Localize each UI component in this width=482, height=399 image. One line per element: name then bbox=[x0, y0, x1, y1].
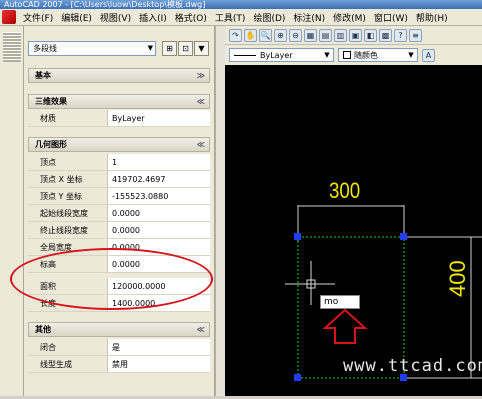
section-3d-label: 三维效果 bbox=[35, 97, 67, 106]
menu-modify[interactable]: 修改(M) bbox=[329, 11, 370, 24]
highlight-ellipse bbox=[10, 248, 213, 310]
red-arrow-icon bbox=[322, 308, 368, 344]
property-row-closed[interactable]: 闭合 是 bbox=[28, 339, 210, 356]
property-row-vertex[interactable]: 顶点 1 bbox=[28, 154, 210, 171]
section-misc[interactable]: 其他 ≪ bbox=[28, 322, 210, 337]
color-swatch-icon bbox=[343, 51, 351, 59]
properties-icon[interactable]: ▦ bbox=[304, 28, 317, 42]
object-type-value: 多段线 bbox=[33, 44, 57, 53]
chevron-down-icon: ▼ bbox=[408, 51, 414, 59]
menu-tools[interactable]: 工具(T) bbox=[211, 11, 250, 24]
redo-icon[interactable]: ↷ bbox=[229, 28, 242, 42]
pan-icon[interactable]: ✋ bbox=[244, 28, 257, 42]
property-row-linetype-gen[interactable]: 线型生成 禁用 bbox=[28, 356, 210, 373]
property-row-vertex-x[interactable]: 顶点 X 坐标 419702.4697 bbox=[28, 171, 210, 188]
linetype-value: ByLayer bbox=[260, 50, 293, 60]
property-row-start-width[interactable]: 起始线段宽度 0.0000 bbox=[28, 205, 210, 222]
help-icon[interactable]: ? bbox=[394, 28, 407, 42]
property-label: 终止线段宽度 bbox=[28, 222, 108, 238]
property-label: 起始线段宽度 bbox=[28, 205, 108, 221]
window-title: AutoCAD 2007 - [C:\Users\luow\Desktop\模板… bbox=[0, 0, 482, 9]
chevron-down-icon: ▼ bbox=[147, 44, 153, 52]
menu-window[interactable]: 窗口(W) bbox=[370, 11, 412, 24]
palette-scrollbar[interactable] bbox=[215, 26, 225, 396]
property-row-vertex-y[interactable]: 顶点 Y 坐标 -155523.0880 bbox=[28, 188, 210, 205]
grip-top-right[interactable] bbox=[400, 233, 407, 240]
drawing-svg bbox=[285, 205, 482, 381]
property-value[interactable]: 0.0000 bbox=[108, 205, 210, 221]
collapse-icon: ≪ bbox=[196, 140, 205, 149]
autocad-logo-icon[interactable] bbox=[2, 10, 16, 24]
tool-palettes-icon[interactable]: ▥ bbox=[334, 28, 347, 42]
grip-icon[interactable] bbox=[2, 32, 21, 62]
chevron-down-icon: ▼ bbox=[324, 51, 330, 59]
menu-edit[interactable]: 编辑(E) bbox=[57, 11, 96, 24]
property-value[interactable]: 1 bbox=[108, 154, 210, 170]
property-row-material[interactable]: 材质 ByLayer bbox=[28, 110, 210, 127]
color-value: 随颜色 bbox=[354, 50, 378, 60]
zoom-previous-icon[interactable]: ⊖ bbox=[289, 28, 302, 42]
collapse-icon: ≪ bbox=[196, 97, 205, 106]
property-label: 顶点 Y 坐标 bbox=[28, 188, 108, 204]
properties-palette: 多段线 ▼ ⊞ ⊡ ▼ 基本 ≫ 三维效果 ≪ 材质 ByLayer 几何图形 … bbox=[24, 26, 215, 396]
grip-top-left[interactable] bbox=[294, 233, 301, 240]
expand-icon: ≫ bbox=[196, 71, 205, 80]
property-label: 顶点 X 坐标 bbox=[28, 171, 108, 187]
collapse-icon: ≪ bbox=[196, 325, 205, 334]
drawing-canvas[interactable]: 300 400 mo bbox=[225, 65, 482, 396]
menu-view[interactable]: 视图(V) bbox=[96, 11, 135, 24]
section-basic-label: 基本 bbox=[35, 71, 51, 80]
watermark-text: www.ttcad.com bbox=[343, 356, 482, 376]
layers-icon[interactable]: ≡ bbox=[409, 28, 422, 42]
object-type-select[interactable]: 多段线 ▼ bbox=[28, 41, 156, 56]
property-value[interactable]: -155523.0880 bbox=[108, 188, 210, 204]
zoom-window-icon[interactable]: ⊕ bbox=[274, 28, 287, 42]
color-dropdown[interactable]: 随颜色 ▼ bbox=[338, 48, 418, 62]
section-basic[interactable]: 基本 ≫ bbox=[28, 68, 210, 83]
menu-dimension[interactable]: 标注(N) bbox=[289, 11, 329, 24]
menu-insert[interactable]: 插入(I) bbox=[135, 11, 171, 24]
section-3d[interactable]: 三维效果 ≪ bbox=[28, 94, 210, 109]
menu-file[interactable]: 文件(F) bbox=[19, 11, 57, 24]
dynamic-input-text: mo bbox=[324, 297, 339, 307]
linetype-dropdown[interactable]: ByLayer ▼ bbox=[229, 48, 334, 62]
zoom-realtime-icon[interactable]: 🔍 bbox=[259, 28, 272, 42]
markup-icon[interactable]: ◧ bbox=[364, 28, 377, 42]
properties-toolbar: ByLayer ▼ 随颜色 ▼ A bbox=[225, 45, 482, 65]
menu-draw[interactable]: 绘图(D) bbox=[249, 11, 289, 24]
property-value[interactable]: 是 bbox=[108, 339, 210, 355]
property-value[interactable]: ByLayer bbox=[108, 110, 210, 126]
section-geometry-label: 几何图形 bbox=[35, 140, 67, 149]
text-style-icon[interactable]: A bbox=[422, 48, 435, 62]
dimension-text-top: 300 bbox=[329, 178, 361, 203]
sheet-set-icon[interactable]: ▣ bbox=[349, 28, 362, 42]
dimension-text-right: 400 bbox=[445, 260, 470, 297]
property-label: 闭合 bbox=[28, 339, 108, 355]
property-label: 顶点 bbox=[28, 154, 108, 170]
dynamic-input-box[interactable]: mo bbox=[320, 295, 360, 309]
calculator-icon[interactable]: ▩ bbox=[379, 28, 392, 42]
property-label: 线型生成 bbox=[28, 356, 108, 372]
property-value[interactable]: 419702.4697 bbox=[108, 171, 210, 187]
menu-bar: 文件(F) 编辑(E) 视图(V) 插入(I) 格式(O) 工具(T) 绘图(D… bbox=[0, 9, 482, 26]
menu-format[interactable]: 格式(O) bbox=[171, 11, 211, 24]
menu-help[interactable]: 帮助(H) bbox=[412, 11, 452, 24]
property-value[interactable]: 0.0000 bbox=[108, 222, 210, 238]
property-label: 材质 bbox=[28, 110, 108, 126]
section-geometry[interactable]: 几何图形 ≪ bbox=[28, 137, 210, 152]
quick-select-icon[interactable]: ▼ bbox=[194, 41, 209, 56]
grip-bottom-left[interactable] bbox=[294, 374, 301, 381]
standard-toolbar: ↷ ✋ 🔍 ⊕ ⊖ ▦ ▤ ▥ ▣ ◧ ▩ ? ≡ bbox=[225, 26, 482, 45]
select-objects-icon[interactable]: ⊡ bbox=[178, 41, 193, 56]
design-center-icon[interactable]: ▤ bbox=[319, 28, 332, 42]
linetype-line-icon bbox=[234, 54, 256, 56]
section-misc-label: 其他 bbox=[35, 325, 51, 334]
toggle-pickadd-icon[interactable]: ⊞ bbox=[162, 41, 177, 56]
palette-title-strip[interactable] bbox=[0, 26, 24, 396]
property-row-end-width[interactable]: 终止线段宽度 0.0000 bbox=[28, 222, 210, 239]
property-value[interactable]: 禁用 bbox=[108, 356, 210, 372]
